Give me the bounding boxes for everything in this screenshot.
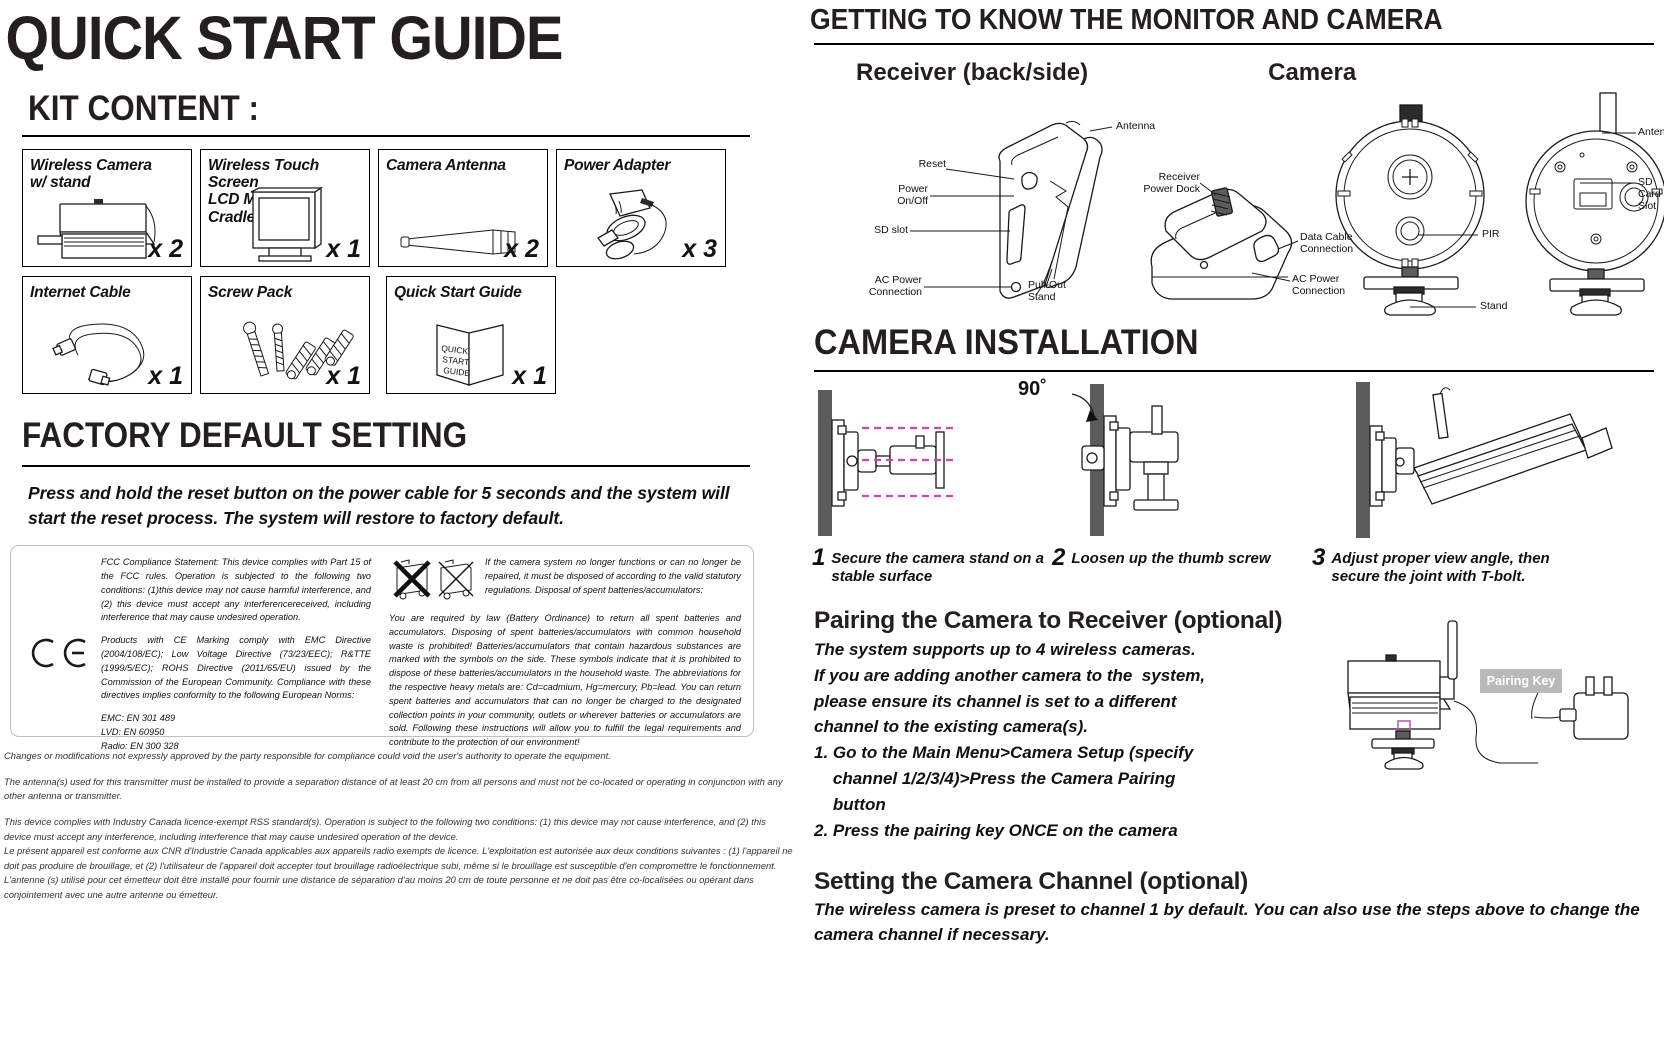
pairing-body: The system supports up to 4 wireless cam… [814, 637, 1324, 844]
left-column: QUICK START GUIDE KIT CONTENT : Wireless… [0, 0, 800, 1053]
pairing-key-badge-text: Pairing Key [1487, 674, 1556, 688]
label-antenna: Antenna [1116, 119, 1156, 132]
kit-item-label: Power Adapter [564, 156, 671, 174]
label-sd-slot: SD slot [874, 223, 908, 236]
disposal-body: You are required by law (Battery Ordinan… [389, 613, 741, 748]
getting-to-know-heading: GETTING TO KNOW THE MONITOR AND CAMERA [810, 4, 1443, 36]
kit-item-quick-start-guide: Quick Start Guide QUICK START GUIDE x 1 [386, 275, 556, 394]
disposal-intro: If the camera system no longer functions… [485, 557, 741, 595]
kit-item-power-adapter: Power Adapter x 3 [556, 148, 726, 267]
kit-item-qty: x 1 [512, 361, 547, 390]
kit-item-qty: x 1 [326, 234, 361, 263]
pairing-line: please ensure its channel is set to a di… [814, 691, 1177, 711]
norm-radio: Radio: EN 300 328 [101, 740, 179, 751]
kit-item-qty: x 1 [148, 361, 183, 390]
pairing-line: The system supports up to 4 wireless cam… [814, 640, 1196, 659]
label-data-cable-connection: Data Cable Connection [1300, 230, 1354, 255]
kit-item-label: Internet Cable [30, 283, 131, 301]
compliance-left-text: FCC Compliance Statement: This device co… [101, 556, 371, 751]
label-ac-power-connection: AC Power Connection [868, 273, 922, 298]
compliance-right-text: If the camera system no longer functions… [389, 556, 741, 747]
camera-installation-heading: CAMERA INSTALLATION [814, 322, 1199, 362]
pairing-line: If you are adding another camera to the … [814, 665, 1206, 685]
kit-item-label: Wireless Camera [30, 156, 152, 174]
pairing-line: 2. Press the pairing key ONCE on the cam… [814, 820, 1178, 840]
legal-ic: This device complies with Industry Canad… [4, 815, 793, 900]
compliance-box: FCC Compliance Statement: This device co… [10, 545, 754, 751]
label-ac-power-connection-dock: AC Power Connection [1292, 272, 1346, 297]
kit-item-label: Camera Antenna [386, 156, 506, 174]
pairing-line: button [814, 794, 886, 814]
kit-item-label: Quick Start Guide [394, 283, 522, 301]
kit-item-lcd-monitor: Wireless Touch Screen LCD Monitor w/ Cra… [200, 148, 370, 267]
label-pull-out-stand: Pull-Out Stand [1028, 278, 1066, 303]
kit-item-qty: x 2 [148, 234, 183, 263]
label-receiver-power-dock: Receiver Power Dock [1143, 170, 1200, 195]
device-diagram: Reset Power On/Off SD slot AC Power Conn… [800, 91, 1664, 319]
installation-figures: 90˚ [800, 372, 1664, 552]
guide-page: QUICK START GUIDE KIT CONTENT : Wireless… [0, 0, 1664, 1053]
pairing-line: channel to the existing camera(s). [814, 717, 1088, 737]
legal-block: Changes or modifications not expressly a… [4, 749, 794, 902]
factory-default-body: Press and hold the reset button on the p… [28, 482, 730, 528]
label-pir: PIR [1482, 227, 1500, 240]
kit-content-heading: KIT CONTENT : [28, 89, 259, 128]
channel-body: The wireless camera is preset to channel… [814, 899, 1640, 945]
receiver-title: Receiver (back/side) [856, 58, 1089, 86]
pairing-illustration: Pairing Key [1338, 617, 1664, 784]
kit-row-2: Internet Cable x 1 Screw Pack x 1 Quick … [22, 275, 762, 394]
norm-emc: EMC: EN 301 489 [101, 713, 176, 724]
label-camera-antenna: Antenna [1638, 125, 1664, 138]
kit-item-internet-cable: Internet Cable x 1 [22, 275, 192, 394]
factory-default-heading: FACTORY DEFAULT SETTING [22, 415, 468, 455]
label-reset: Reset [918, 157, 946, 170]
legal-antenna: The antenna(s) used for this transmitter… [4, 775, 783, 802]
angle-label: 90˚ [1018, 377, 1047, 400]
fcc-statement: FCC Compliance Statement: This device co… [101, 557, 371, 623]
page-title: QUICK START GUIDE [5, 4, 564, 72]
kit-item-qty: x 2 [504, 234, 539, 263]
channel-heading: Setting the Camera Channel (optional) [814, 867, 1249, 895]
right-column: GETTING TO KNOW THE MONITOR AND CAMERA R… [800, 0, 1664, 1053]
kit-item-qty: x 3 [682, 234, 717, 263]
label-stand: Stand [1480, 299, 1508, 312]
factory-default-divider [22, 464, 750, 467]
camera-title: Camera [1268, 58, 1357, 86]
kit-item-wireless-camera: Wireless Camera w/ stand x 2 [22, 148, 192, 267]
kit-item-camera-antenna: Camera Antenna x 2 [378, 148, 548, 267]
pairing-line: 1. Go to the Main Menu>Camera Setup (spe… [814, 743, 1194, 763]
ce-statement: Products with CE Marking comply with EMC… [101, 635, 371, 701]
label-power-on-off: Power On/Off [897, 182, 928, 207]
kit-row-1: Wireless Camera w/ stand x 2 Wireless To… [22, 148, 762, 267]
norm-lvd: LVD: EN 60950 [101, 727, 165, 738]
getting-to-know-divider [814, 42, 1654, 45]
ce-mark-icon [27, 638, 91, 673]
kit-content-divider [22, 134, 750, 137]
pairing-line: channel 1/2/3/4)>Press the Camera Pairin… [814, 769, 1176, 789]
kit-item-qty: x 1 [326, 361, 361, 390]
kit-item-label: Screw Pack [208, 283, 293, 301]
battery-disposal-icon [389, 556, 485, 607]
kit-item-screw-pack: Screw Pack x 1 [200, 275, 370, 394]
kit-item-label: Wireless Touch Screen [208, 156, 320, 192]
label-sd-card-slot: SD Card Slot [1638, 175, 1661, 213]
